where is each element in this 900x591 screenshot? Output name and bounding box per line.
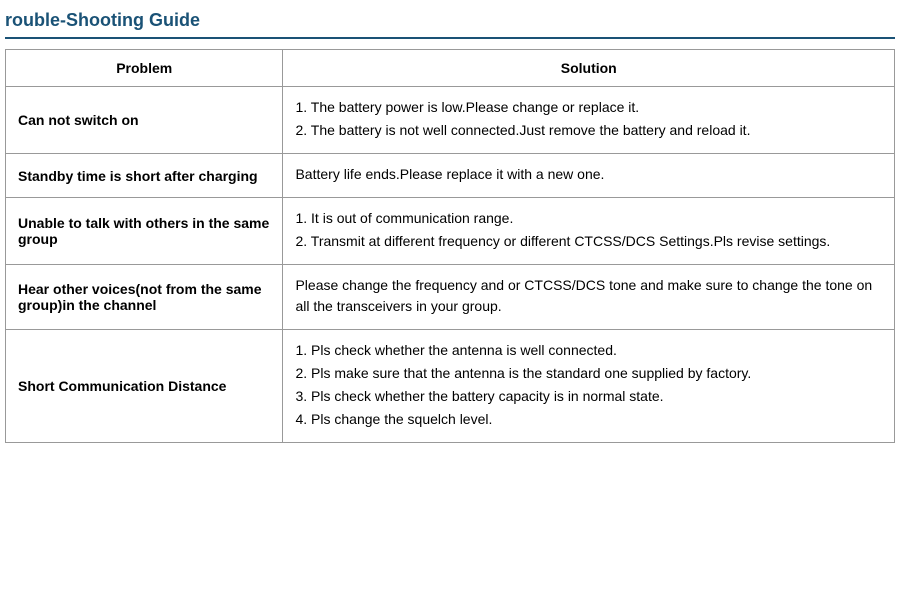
header-problem: Problem (6, 50, 283, 87)
page-container: rouble-Shooting Guide Problem Solution C… (0, 0, 900, 453)
solution-cell: Battery life ends.Please replace it with… (283, 154, 895, 198)
troubleshooting-table: Problem Solution Can not switch on 1. The… (5, 49, 895, 443)
table-row: Can not switch on 1. The battery power is… (6, 87, 895, 154)
table-row: Hear other voices(not from the same grou… (6, 265, 895, 330)
table-row: Standby time is short after charging Batt… (6, 154, 895, 198)
problem-cell: Unable to talk with others in the same g… (6, 198, 283, 265)
table-row: Short Communication Distance 1. Pls check… (6, 330, 895, 443)
solution-cell: 1. It is out of communication range.2. T… (283, 198, 895, 265)
page-title: rouble-Shooting Guide (5, 10, 895, 39)
solution-line: 4. Pls change the squelch level. (295, 409, 882, 430)
problem-cell: Standby time is short after charging (6, 154, 283, 198)
problem-cell: Short Communication Distance (6, 330, 283, 443)
solution-line: 2. The battery is not well connected.Jus… (295, 120, 882, 141)
problem-cell: Can not switch on (6, 87, 283, 154)
solution-cell: 1. Pls check whether the antenna is well… (283, 330, 895, 443)
table-row: Unable to talk with others in the same g… (6, 198, 895, 265)
header-solution: Solution (283, 50, 895, 87)
solution-cell: Please change the frequency and or CTCSS… (283, 265, 895, 330)
solution-cell: 1. The battery power is low.Please chang… (283, 87, 895, 154)
solution-line: Battery life ends.Please replace it with… (295, 164, 882, 185)
solution-line: 1. The battery power is low.Please chang… (295, 97, 882, 118)
solution-line: 1. Pls check whether the antenna is well… (295, 340, 882, 361)
solution-line: 2. Pls make sure that the antenna is the… (295, 363, 882, 384)
solution-line: 3. Pls check whether the battery capacit… (295, 386, 882, 407)
solution-line: 2. Transmit at different frequency or di… (295, 231, 882, 252)
solution-line: Please change the frequency and or CTCSS… (295, 275, 882, 317)
problem-cell: Hear other voices(not from the same grou… (6, 265, 283, 330)
table-header-row: Problem Solution (6, 50, 895, 87)
solution-line: 1. It is out of communication range. (295, 208, 882, 229)
